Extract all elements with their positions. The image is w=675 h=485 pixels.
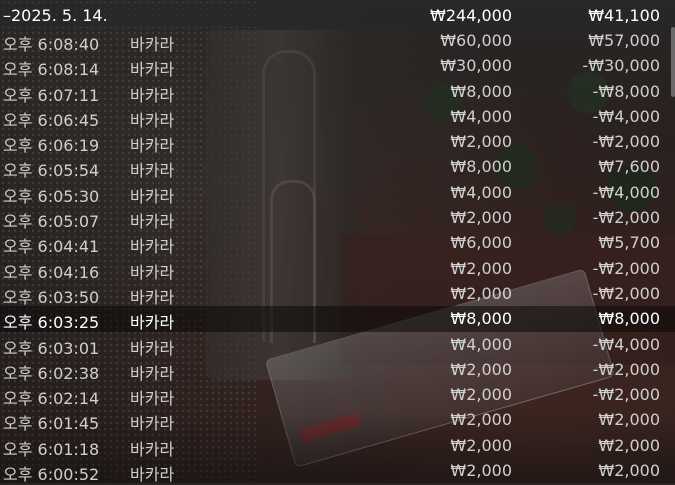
- bet-time: 오후 6:02:14: [3, 389, 100, 409]
- bet-history-row[interactable]: 오후 6:03:01 바카라 ₩4,000 -₩4,000: [0, 332, 675, 358]
- bet-amount: ₩4,000: [450, 334, 512, 354]
- bet-result: -₩2,000: [592, 385, 660, 405]
- bet-history-list: 오후 6:08:40 바카라 ₩60,000 ₩57,000 오후 6:08:14 바카라…: [0, 28, 675, 485]
- bet-time: 오후 6:03:50: [3, 287, 100, 307]
- bet-amount: ₩6,000: [450, 233, 512, 253]
- bet-result: -₩30,000: [582, 56, 660, 76]
- game-name: 바카라: [130, 287, 175, 307]
- bet-history-row[interactable]: 오후 6:08:14 바카라 ₩30,000 -₩30,000: [0, 53, 675, 80]
- bet-time: 오후 6:01:18: [3, 439, 100, 459]
- bet-result: -₩2,000: [592, 258, 660, 278]
- bet-history-row[interactable]: 오후 6:08:40 바카라 ₩60,000 ₩57,000: [0, 28, 675, 54]
- bet-history-row[interactable]: 오후 6:01:45 바카라 ₩2,000 ₩2,000: [0, 407, 675, 434]
- bet-history-panel: –2025. 5. 14. ₩244,000 ₩41,100 오후 6:08:4…: [0, 0, 675, 485]
- game-name: 바카라: [130, 465, 175, 485]
- game-name: 바카라: [130, 186, 175, 206]
- bet-history-row[interactable]: 오후 6:07:11 바카라 ₩8,000 -₩8,000: [0, 79, 675, 105]
- bet-result: ₩2,000: [598, 435, 660, 455]
- bet-history-row[interactable]: 오후 6:06:19 바카라 ₩2,000 -₩2,000: [0, 129, 675, 156]
- game-name: 바카라: [130, 439, 175, 459]
- game-name: 바카라: [130, 237, 175, 257]
- game-name: 바카라: [130, 85, 175, 105]
- bet-result: ₩7,600: [598, 157, 660, 177]
- bet-result: -₩8,000: [592, 81, 660, 101]
- bet-time: 오후 6:01:45: [3, 414, 100, 434]
- bet-time: 오후 6:03:01: [3, 338, 100, 358]
- bet-time: 오후 6:05:30: [3, 186, 100, 206]
- game-name: 바카라: [130, 60, 175, 80]
- bet-amount: ₩8,000: [450, 157, 512, 177]
- bet-result: ₩57,000: [588, 31, 660, 50]
- bet-amount: ₩2,000: [450, 208, 512, 228]
- bet-time: 오후 6:07:11: [3, 85, 100, 105]
- game-name: 바카라: [130, 389, 175, 409]
- bet-history-row[interactable]: 오후 6:02:14 바카라 ₩2,000 -₩2,000: [0, 382, 675, 409]
- game-name: 바카라: [130, 212, 175, 232]
- bet-amount: ₩8,000: [450, 309, 512, 329]
- bet-history-row[interactable]: 오후 6:04:16 바카라 ₩2,000 -₩2,000: [0, 256, 675, 282]
- bet-result: ₩2,000: [598, 410, 660, 430]
- bet-time: 오후 6:08:14: [3, 60, 100, 80]
- bet-history-row[interactable]: 오후 6:02:38 바카라 ₩2,000 -₩2,000: [0, 357, 675, 383]
- bet-history-row[interactable]: 오후 6:03:50 바카라 ₩2,000 -₩2,000: [0, 281, 675, 307]
- date-total-bet: ₩244,000: [430, 6, 512, 25]
- bet-amount: ₩2,000: [450, 132, 512, 152]
- bet-history-row[interactable]: 오후 6:05:30 바카라 ₩4,000 -₩4,000: [0, 180, 675, 206]
- bet-result: -₩2,000: [592, 359, 660, 379]
- game-name: 바카라: [130, 363, 175, 383]
- bet-amount: ₩4,000: [450, 106, 512, 126]
- bet-result: ₩5,700: [598, 233, 660, 253]
- bet-history-row[interactable]: 오후 6:03:25 바카라 ₩8,000 ₩8,000: [0, 306, 675, 333]
- date-total-result: ₩41,100: [588, 6, 660, 25]
- game-name: 바카라: [130, 414, 175, 434]
- bet-history-row[interactable]: 오후 6:05:54 바카라 ₩8,000 ₩7,600: [0, 154, 675, 181]
- bet-history-row[interactable]: 오후 6:00:52 바카라 ₩2,000 ₩2,000: [0, 458, 675, 485]
- bet-result: -₩2,000: [592, 283, 660, 303]
- bet-history-row[interactable]: 오후 6:01:18 바카라 ₩2,000 ₩2,000: [0, 433, 675, 459]
- bet-result: ₩8,000: [598, 309, 660, 329]
- bet-time: 오후 6:06:19: [3, 136, 100, 156]
- bet-time: 오후 6:05:54: [3, 161, 100, 181]
- bet-result: -₩2,000: [592, 208, 660, 228]
- date-group-header[interactable]: –2025. 5. 14. ₩244,000 ₩41,100: [0, 3, 675, 27]
- bet-amount: ₩8,000: [450, 81, 512, 101]
- bet-amount: ₩2,000: [450, 435, 512, 455]
- bet-result: -₩4,000: [592, 106, 660, 126]
- game-name: 바카라: [130, 313, 175, 333]
- bet-history-row[interactable]: 오후 6:05:07 바카라 ₩2,000 -₩2,000: [0, 205, 675, 232]
- bet-amount: ₩2,000: [450, 359, 512, 379]
- bet-amount: ₩2,000: [450, 410, 512, 430]
- bet-time: 오후 6:05:07: [3, 212, 100, 232]
- bet-amount: ₩2,000: [450, 461, 512, 481]
- game-name: 바카라: [130, 338, 175, 358]
- bet-history-row[interactable]: 오후 6:04:41 바카라 ₩6,000 ₩5,700: [0, 230, 675, 257]
- bet-amount: ₩4,000: [450, 182, 512, 202]
- bet-time: 오후 6:08:40: [3, 35, 100, 54]
- bet-time: 오후 6:04:16: [3, 262, 100, 282]
- bet-time: 오후 6:00:52: [3, 465, 100, 485]
- game-name: 바카라: [130, 262, 175, 282]
- game-name: 바카라: [130, 35, 175, 54]
- bet-result: -₩2,000: [592, 132, 660, 152]
- bet-time: 오후 6:02:38: [3, 363, 100, 383]
- bet-result: ₩2,000: [598, 461, 660, 481]
- bet-result: -₩4,000: [592, 334, 660, 354]
- game-name: 바카라: [130, 110, 175, 130]
- game-name: 바카라: [130, 136, 175, 156]
- date-group-label: –2025. 5. 14.: [3, 6, 108, 25]
- bet-history-row[interactable]: 오후 6:06:45 바카라 ₩4,000 -₩4,000: [0, 104, 675, 130]
- bet-time: 오후 6:04:41: [3, 237, 100, 257]
- bet-amount: ₩60,000: [440, 31, 512, 50]
- bet-time: 오후 6:03:25: [3, 313, 100, 333]
- game-name: 바카라: [130, 161, 175, 181]
- bet-amount: ₩2,000: [450, 385, 512, 405]
- bet-amount: ₩30,000: [440, 56, 512, 76]
- bet-amount: ₩2,000: [450, 283, 512, 303]
- bet-time: 오후 6:06:45: [3, 110, 100, 130]
- bet-amount: ₩2,000: [450, 258, 512, 278]
- bet-result: -₩4,000: [592, 182, 660, 202]
